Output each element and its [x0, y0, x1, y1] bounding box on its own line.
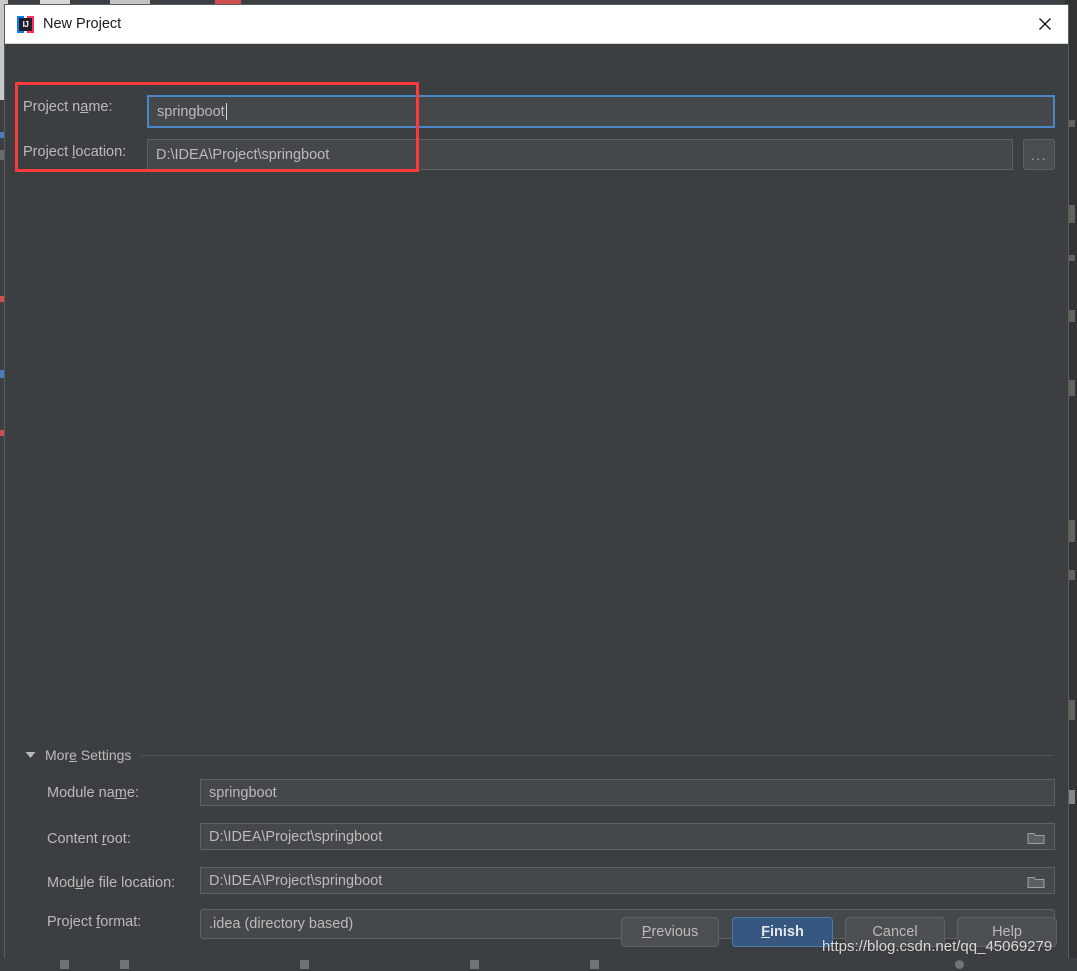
content-root-value: D:\IDEA\Project\springboot: [209, 828, 383, 845]
ide-right-noise-h: [1068, 700, 1075, 720]
help-button[interactable]: Help: [957, 917, 1057, 947]
module-file-location-label: Module file location:: [47, 875, 176, 891]
close-icon[interactable]: [1022, 5, 1068, 43]
project-location-value: D:\IDEA\Project\springboot: [156, 146, 330, 163]
ide-right-noise-f: [1068, 520, 1075, 542]
ide-status-tick-6: [955, 960, 964, 969]
ide-status-tick-5: [590, 960, 599, 969]
dialog-body: Project name: springboot Project locatio…: [5, 44, 1068, 959]
project-name-value: springboot: [157, 103, 225, 120]
folder-icon[interactable]: [1019, 869, 1053, 893]
cancel-button-label: Cancel: [872, 924, 918, 940]
ide-right-noise-e: [1068, 380, 1075, 396]
project-location-input[interactable]: D:\IDEA\Project\springboot: [147, 139, 1013, 170]
content-root-input[interactable]: D:\IDEA\Project\springboot: [200, 823, 1055, 850]
section-divider: [141, 754, 1053, 756]
folder-icon[interactable]: [1019, 825, 1053, 849]
project-location-row: Project location:: [23, 137, 143, 167]
ide-right-noise-g: [1068, 570, 1075, 580]
content-root-row: Content root:: [47, 825, 131, 853]
text-caret: [225, 103, 227, 120]
project-name-label: Project name:: [23, 99, 113, 115]
cancel-button[interactable]: Cancel: [845, 917, 945, 947]
ide-status-tick-4: [470, 960, 479, 969]
content-root-label: Content root:: [47, 831, 131, 847]
ide-right-noise-d: [1068, 310, 1075, 322]
more-settings-label: More Settings: [45, 747, 132, 763]
project-name-input[interactable]: springboot: [147, 95, 1055, 128]
module-file-location-input[interactable]: D:\IDEA\Project\springboot: [200, 867, 1055, 894]
module-file-location-row: Module file location:: [47, 869, 175, 897]
ellipsis-icon[interactable]: ...: [1023, 139, 1055, 170]
previous-button[interactable]: Previous: [621, 917, 719, 947]
project-location-label: Project location:: [23, 144, 127, 160]
ide-status-tick-1: [60, 960, 69, 969]
intellij-idea-icon: IJ: [17, 15, 34, 33]
dialog-button-bar: Previous Finish Cancel Help: [5, 903, 1068, 959]
dialog-titlebar: IJ New Project: [5, 5, 1068, 44]
module-name-row: Module name:: [47, 779, 139, 807]
new-project-dialog: IJ New Project Project name: springboot …: [4, 4, 1069, 959]
ide-right-noise-i: [1068, 790, 1075, 804]
project-name-row: Project name:: [23, 92, 143, 122]
help-button-label: Help: [992, 924, 1022, 940]
ide-status-tick-2: [120, 960, 129, 969]
finish-button[interactable]: Finish: [732, 917, 833, 947]
dialog-title: New Project: [43, 16, 122, 32]
chevron-down-icon: [23, 748, 37, 762]
ide-bottom-statusbar: [0, 958, 1077, 971]
ide-right-noise-b: [1068, 205, 1075, 223]
module-name-input[interactable]: springboot: [200, 779, 1055, 806]
browse-button-label: ...: [1030, 146, 1048, 163]
module-name-value: springboot: [209, 784, 277, 801]
module-name-label: Module name:: [47, 785, 139, 801]
more-settings-section-header[interactable]: More Settings: [23, 747, 1053, 763]
ide-right-noise-a: [1068, 120, 1075, 127]
ide-right-noise-c: [1068, 255, 1075, 261]
ide-status-tick-3: [300, 960, 309, 969]
module-file-location-value: D:\IDEA\Project\springboot: [209, 872, 383, 889]
